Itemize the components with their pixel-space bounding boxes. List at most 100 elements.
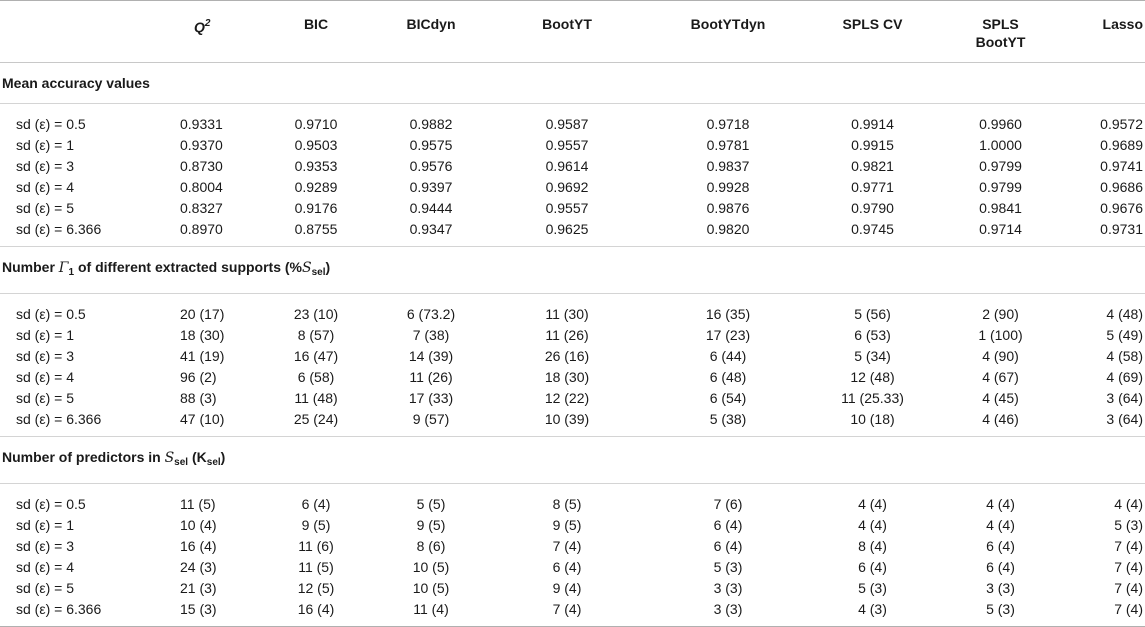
row-label: sd (ε) = 0.5 (16, 306, 86, 322)
table-cell: 7 (6) (713, 496, 743, 512)
table-cell: 0.9741 (1100, 158, 1143, 174)
table-cell: 4 (69) (1106, 369, 1143, 385)
table-cell: 11 (5) (180, 496, 216, 512)
table-cell: 0.9347 (372, 219, 490, 247)
table-cell: 0.9289 (294, 179, 338, 195)
row-label: sd (ε) = 3 (16, 158, 74, 174)
table-cell: 12 (5) (297, 580, 335, 596)
row-label: sd (ε) = 5 (16, 390, 74, 406)
table-cell: 4 (67) (982, 369, 1019, 385)
table-cell: 0.8970 (172, 219, 260, 247)
table-cell: 10 (5) (412, 580, 450, 596)
table-cell: 4 (4) (986, 517, 1015, 533)
table-cell: 6 (4) (552, 559, 582, 575)
table-cell: 11 (25.33) (841, 390, 904, 406)
table-cell: 0.9557 (545, 137, 589, 153)
table-cell: 4 (4) (858, 496, 887, 512)
table-cell: 0.9576 (409, 158, 453, 174)
table-cell: 0.9575 (409, 137, 453, 153)
table-cell: 10 (4) (180, 517, 217, 533)
table-cell: 0.9799 (979, 179, 1022, 195)
table-row: sd (ε) = 6.366 0.8970 0.8755 0.9347 0.9625 0.… (0, 219, 1145, 247)
table-row: sd (ε) = 5 0.8327 0.9176 0.9444 0.9557 0.9876… (0, 198, 1145, 219)
table-cell: 0.9176 (294, 200, 338, 216)
table-cell: 11 (48) (294, 390, 338, 406)
header-bicdyn: BICdyn (372, 0, 490, 63)
row-label: sd (ε) = 3 (16, 538, 74, 554)
table-cell: 18 (30) (180, 327, 225, 343)
table-cell: 6 (48) (709, 369, 747, 385)
table-cell: 10 (5) (412, 559, 450, 575)
table-cell: 5 (38) (644, 409, 812, 437)
table-cell: 11 (26) (545, 327, 589, 343)
table-cell: 0.9710 (294, 116, 338, 132)
table-cell: 23 (10) (293, 306, 339, 322)
table-row: sd (ε) = 3 41 (19) 16 (47) 14 (39) 26 (16) 6 … (0, 346, 1145, 367)
table-row: sd (ε) = 4 0.8004 0.9289 0.9397 0.9692 0.9928… (0, 177, 1145, 198)
table-cell: 25 (24) (260, 409, 372, 437)
table-cell: 16 (35) (705, 306, 751, 322)
table-cell: 17 (23) (705, 327, 751, 343)
table-cell: 8 (6) (416, 538, 446, 554)
table-cell: 12 (22) (544, 390, 590, 406)
table-row: sd (ε) = 5 88 (3) 11 (48) 17 (33) 12 (22) 6 (… (0, 388, 1145, 409)
table-cell: 10 (39) (490, 409, 644, 437)
row-label: sd (ε) = 1 (16, 327, 74, 343)
row-label: sd (ε) = 6.366 (0, 599, 172, 627)
table-cell: 0.9960 (979, 116, 1022, 132)
table-cell: 0.9614 (545, 158, 589, 174)
table-cell: 0.9837 (706, 158, 750, 174)
table-cell: 3 (3) (644, 599, 812, 627)
table-cell: 8 (4) (858, 538, 887, 554)
table-cell: 0.9689 (1100, 137, 1143, 153)
table-cell: 0.9503 (294, 137, 338, 153)
table-cell: 5 (56) (854, 306, 891, 322)
table-cell: 6 (44) (709, 348, 747, 364)
table-cell: 9 (5) (416, 517, 446, 533)
header-row: Q2 BIC BICdyn BootYT BootYTdyn SPLS CV S… (0, 0, 1145, 63)
table-cell: 9 (4) (552, 580, 582, 596)
table-cell: 3 (64) (1068, 409, 1145, 437)
table-cell: 1.0000 (979, 137, 1022, 153)
table-cell: 0.8327 (180, 200, 223, 216)
table-cell: 6 (53) (854, 327, 891, 343)
table-cell: 0.9587 (545, 116, 589, 132)
table-cell: 14 (39) (408, 348, 454, 364)
table-row: sd (ε) = 3 16 (4) 11 (6) 8 (6) 7 (4) 6 (4) 8 (… (0, 536, 1145, 557)
table-cell: 0.9557 (545, 200, 589, 216)
table-cell: 15 (3) (172, 599, 260, 627)
table-cell: 11 (4) (372, 599, 490, 627)
row-label: sd (ε) = 6.366 (0, 219, 172, 247)
table-cell: 5 (49) (1106, 327, 1143, 343)
results-table: Q2 BIC BICdyn BootYT BootYTdyn SPLS CV S… (0, 0, 1145, 627)
header-bic: BIC (260, 0, 372, 63)
row-label: sd (ε) = 0.5 (16, 116, 86, 132)
table-cell: 0.9914 (851, 116, 894, 132)
table-cell: 4 (4) (986, 496, 1015, 512)
table-cell: 3 (3) (713, 580, 743, 596)
table-cell: 2 (90) (982, 306, 1019, 322)
table-cell: 6 (4) (713, 517, 743, 533)
table-cell: 17 (33) (408, 390, 454, 406)
table-cell: 7 (4) (1114, 559, 1143, 575)
header-bootyt: BootYT (490, 0, 644, 63)
table-cell: 21 (3) (180, 580, 217, 596)
table-cell: 4 (90) (982, 348, 1019, 364)
table-cell: 5 (3) (1114, 517, 1143, 533)
table-cell: 7 (4) (1114, 538, 1143, 554)
table-cell: 6 (73.2) (406, 306, 456, 322)
table-cell: 4 (4) (858, 517, 887, 533)
table-cell: 10 (18) (812, 409, 933, 437)
table-cell: 4 (45) (982, 390, 1019, 406)
table-cell: 0.9370 (180, 137, 223, 153)
table-cell: 11 (30) (545, 306, 589, 322)
header-blank (0, 0, 172, 63)
table-cell: 96 (2) (180, 369, 217, 385)
header-spls-cv: SPLS CV (812, 0, 933, 63)
header-bootytdyn: BootYTdyn (644, 0, 812, 63)
table-cell: 0.9928 (706, 179, 750, 195)
table-cell: 20 (17) (180, 306, 225, 322)
row-label: sd (ε) = 5 (16, 200, 74, 216)
table-cell: 0.9444 (409, 200, 453, 216)
table-cell: 5 (5) (416, 496, 446, 512)
